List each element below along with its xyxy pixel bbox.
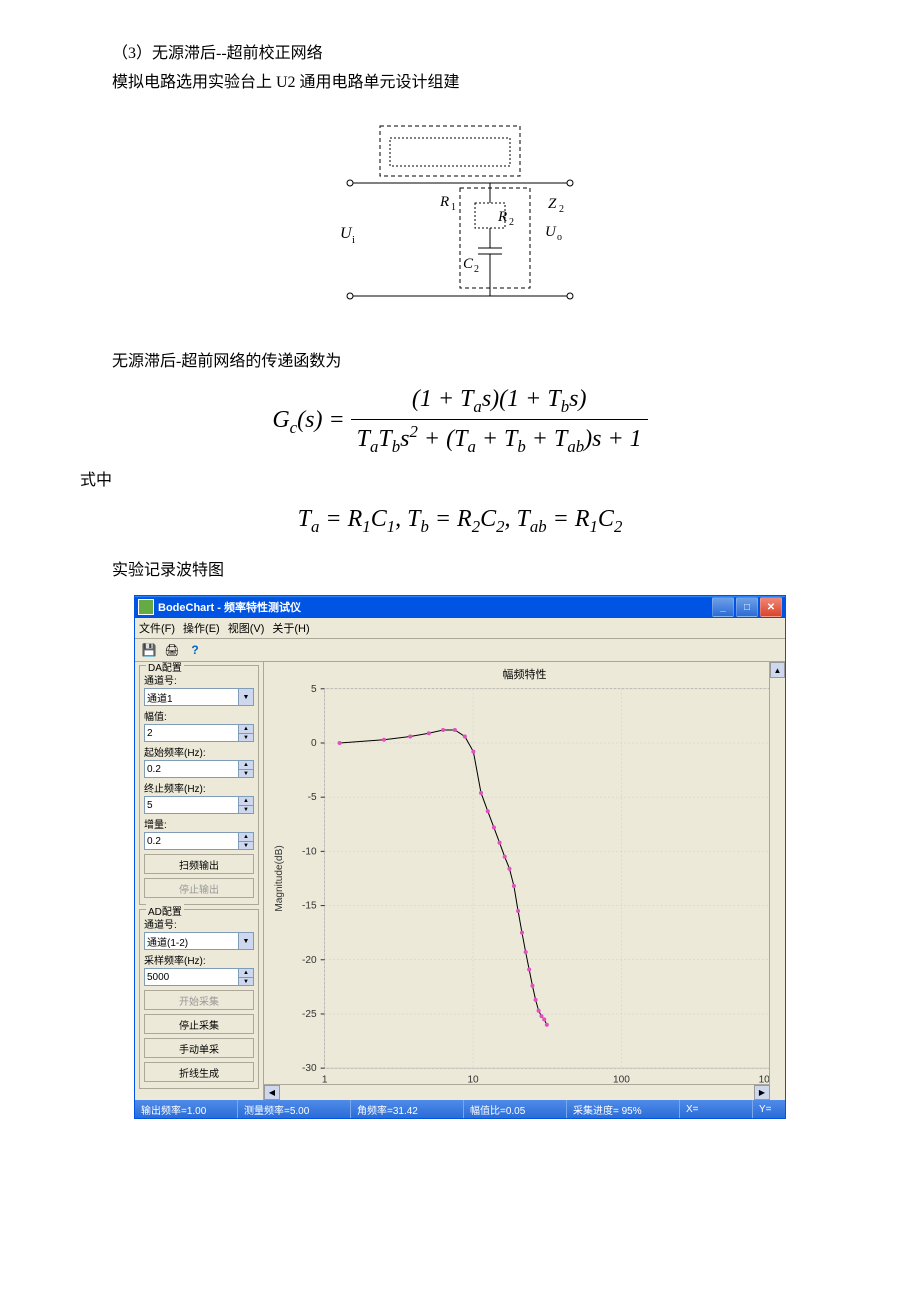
stop-output-button[interactable]: 停止输出 <box>144 878 254 898</box>
ad-rate-input[interactable]: ▲▼ <box>144 968 254 986</box>
svg-text:-25: -25 <box>302 1009 317 1020</box>
equation-1: Gc(s) = (1 + Tas)(1 + Tbs) TaTbs2 + (Ta … <box>80 386 840 457</box>
equation-2: Ta = R1C1, Tb = R2C2, Tab = R1C2 <box>80 506 840 537</box>
app-icon <box>138 599 154 615</box>
svg-text:i: i <box>352 234 355 246</box>
svg-text:5: 5 <box>311 684 317 695</box>
maximize-button[interactable]: □ <box>736 597 758 617</box>
menu-operate[interactable]: 操作(E) <box>183 620 220 636</box>
titlebar[interactable]: BodeChart - 频率特性测试仪 _ □ ✕ <box>135 596 785 618</box>
status-x: X= <box>680 1100 753 1118</box>
da-channel-select[interactable]: ▼ <box>144 688 254 706</box>
svg-text:R: R <box>439 194 449 210</box>
svg-text:2: 2 <box>474 264 479 275</box>
da-step-label: 增量: <box>144 816 254 831</box>
da-ch-label: 通道号: <box>144 672 254 687</box>
svg-text:C: C <box>463 256 474 272</box>
status-y: Y= <box>753 1100 785 1118</box>
doc-line2: 模拟电路选用实验台上 U2 通用电路单元设计组建 <box>80 69 840 98</box>
svg-text:1: 1 <box>451 202 456 213</box>
da-amp-label: 幅值: <box>144 708 254 723</box>
scroll-up-icon[interactable]: ▲ <box>770 662 785 678</box>
svg-text:R: R <box>497 209 507 225</box>
chevron-down-icon[interactable]: ▼ <box>239 932 254 950</box>
status-outfreq: 输出频率=1.00 <box>135 1100 238 1118</box>
horizontal-scrollbar[interactable]: ◀ ▶ <box>264 1084 770 1100</box>
menu-about[interactable]: 关于(H) <box>272 620 309 636</box>
da-stopfreq-input[interactable]: ▲▼ <box>144 796 254 814</box>
svg-text:U: U <box>545 224 557 240</box>
spin-up-icon[interactable]: ▲ <box>239 725 253 734</box>
da-legend: DA配置 <box>146 662 184 674</box>
scroll-left-icon[interactable]: ◀ <box>264 1085 280 1100</box>
stop-acquire-button[interactable]: 停止采集 <box>144 1014 254 1034</box>
svg-text:-10: -10 <box>302 847 317 858</box>
da-group: DA配置 通道号: ▼ 幅值: ▲▼ 起始频率(Hz): ▲▼ 终止频率(Hz)… <box>139 665 259 905</box>
da-step-input[interactable]: ▲▼ <box>144 832 254 850</box>
menu-file[interactable]: 文件(F) <box>139 620 175 636</box>
sidebar: DA配置 通道号: ▼ 幅值: ▲▼ 起始频率(Hz): ▲▼ 终止频率(Hz)… <box>135 662 264 1100</box>
save-icon[interactable]: 💾 <box>139 640 159 660</box>
scan-output-button[interactable]: 扫频输出 <box>144 854 254 874</box>
ad-legend: AD配置 <box>146 903 184 918</box>
chevron-down-icon[interactable]: ▼ <box>239 688 254 706</box>
close-button[interactable]: ✕ <box>760 597 782 617</box>
minimize-button[interactable]: _ <box>712 597 734 617</box>
svg-text:o: o <box>557 232 562 243</box>
ad-ch-label: 通道号: <box>144 916 254 931</box>
svg-text:-5: -5 <box>308 793 317 804</box>
svg-text:2: 2 <box>509 217 514 228</box>
da-amplitude-input[interactable]: ▲▼ <box>144 724 254 742</box>
ad-group: AD配置 通道号: ▼ 采样频率(Hz): ▲▼ 开始采集 停止采集 手动单采 … <box>139 909 259 1089</box>
da-start-label: 起始频率(Hz): <box>144 744 254 759</box>
window-title: BodeChart - 频率特性测试仪 <box>158 599 710 615</box>
manual-sample-button[interactable]: 手动单采 <box>144 1038 254 1058</box>
svg-text:-15: -15 <box>302 901 317 912</box>
plot-area: 幅频特性 50-5-10-15-20-25-301101001000Magnit… <box>264 662 785 1100</box>
svg-text:Magnitude(dB): Magnitude(dB) <box>274 846 285 912</box>
vertical-scrollbar[interactable]: ▲ <box>769 662 785 1085</box>
svg-text:-30: -30 <box>302 1064 317 1075</box>
toolbar: 💾 🖨 ? <box>135 639 785 662</box>
svg-text:-20: -20 <box>302 955 317 966</box>
svg-text:0: 0 <box>311 738 317 749</box>
doc-line3: 无源滞后-超前网络的传递函数为 <box>80 348 840 377</box>
status-bar: 输出频率=1.00 测量频率=5.00 角频率=31.42 幅值比=0.05 采… <box>135 1100 785 1118</box>
bodechart-window: BodeChart - 频率特性测试仪 _ □ ✕ 文件(F) 操作(E) 视图… <box>134 595 786 1119</box>
start-acquire-button[interactable]: 开始采集 <box>144 990 254 1010</box>
help-icon[interactable]: ? <box>185 640 205 660</box>
bode-plot: 50-5-10-15-20-25-301101001000Magnitude(d… <box>264 662 785 1100</box>
ad-channel-select[interactable]: ▼ <box>144 932 254 950</box>
svg-text:Z: Z <box>548 196 557 212</box>
doc-line4: 式中 <box>80 467 840 496</box>
print-icon[interactable]: 🖨 <box>162 640 182 660</box>
polyline-button[interactable]: 折线生成 <box>144 1062 254 1082</box>
da-startfreq-input[interactable]: ▲▼ <box>144 760 254 778</box>
status-angfreq: 角频率=31.42 <box>351 1100 464 1118</box>
circuit-diagram: Ui R1 R2 C2 Z2 Uo <box>330 118 590 318</box>
spin-down-icon[interactable]: ▼ <box>239 734 253 742</box>
scroll-right-icon[interactable]: ▶ <box>754 1085 770 1100</box>
doc-line5: 实验记录波特图 <box>80 557 840 586</box>
status-ampratio: 幅值比=0.05 <box>464 1100 567 1118</box>
ad-rate-label: 采样频率(Hz): <box>144 952 254 967</box>
svg-text:2: 2 <box>559 204 564 215</box>
menu-view[interactable]: 视图(V) <box>228 620 265 636</box>
status-progress: 采集进度= 95% <box>567 1100 680 1118</box>
status-measfreq: 测量频率=5.00 <box>238 1100 351 1118</box>
da-stop-label: 终止频率(Hz): <box>144 780 254 795</box>
doc-line1: （3）无源滞后--超前校正网络 <box>80 40 840 69</box>
menubar: 文件(F) 操作(E) 视图(V) 关于(H) <box>135 618 785 639</box>
